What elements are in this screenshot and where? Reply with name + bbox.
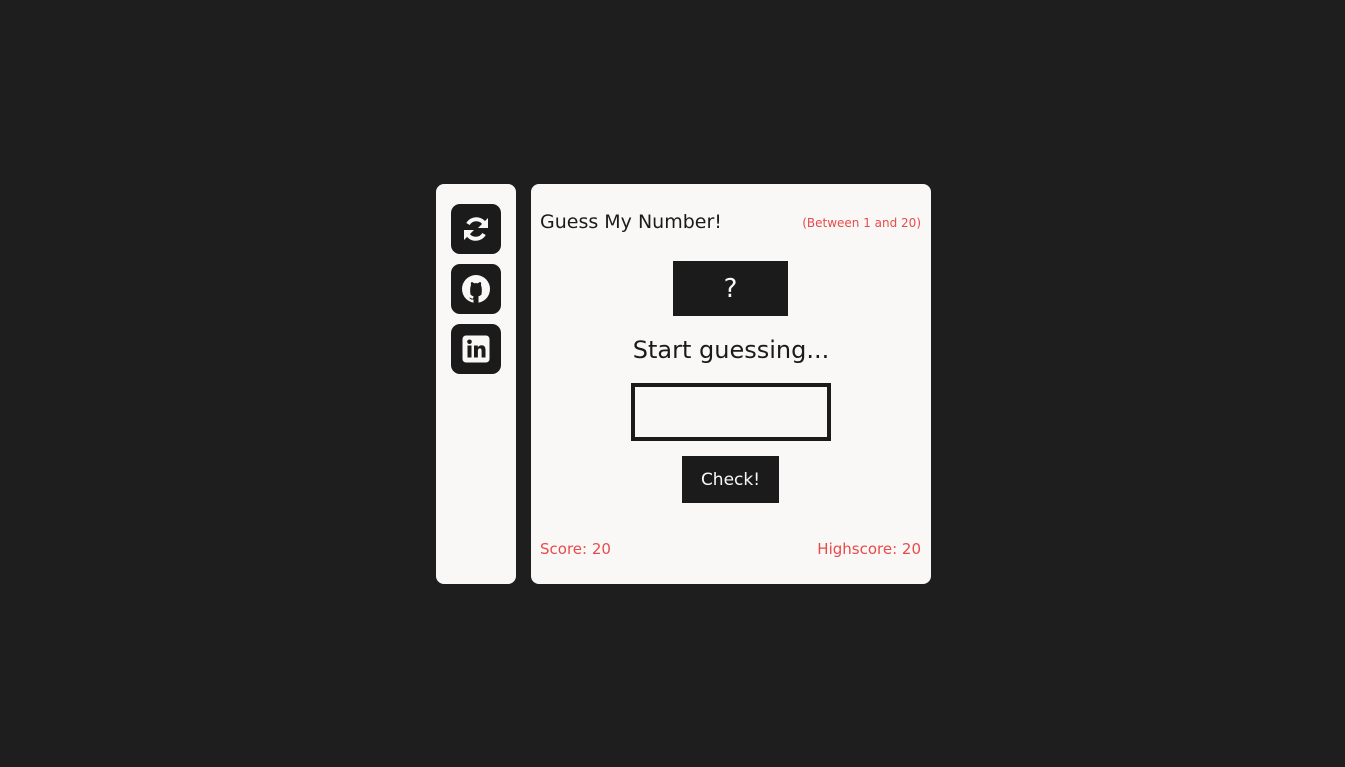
github-button[interactable] — [451, 264, 501, 314]
check-button[interactable]: Check! — [682, 456, 779, 503]
guess-input[interactable] — [631, 383, 831, 441]
game-card: Guess My Number! (Between 1 and 20) ? St… — [531, 184, 931, 584]
linkedin-button[interactable] — [451, 324, 501, 374]
score-label: Score: 20 — [540, 540, 611, 558]
linkedin-icon — [462, 335, 490, 363]
highscore-label: Highscore: 20 — [817, 540, 921, 558]
secret-number-value: ? — [723, 273, 738, 304]
secret-number: ? — [673, 261, 788, 316]
game-title: Guess My Number! — [540, 211, 722, 233]
range-hint: (Between 1 and 20) — [802, 216, 921, 230]
refresh-icon — [464, 217, 488, 241]
status-message: Start guessing... — [632, 336, 830, 364]
github-icon — [462, 275, 490, 303]
sidebar — [436, 184, 516, 584]
refresh-button[interactable] — [451, 204, 501, 254]
